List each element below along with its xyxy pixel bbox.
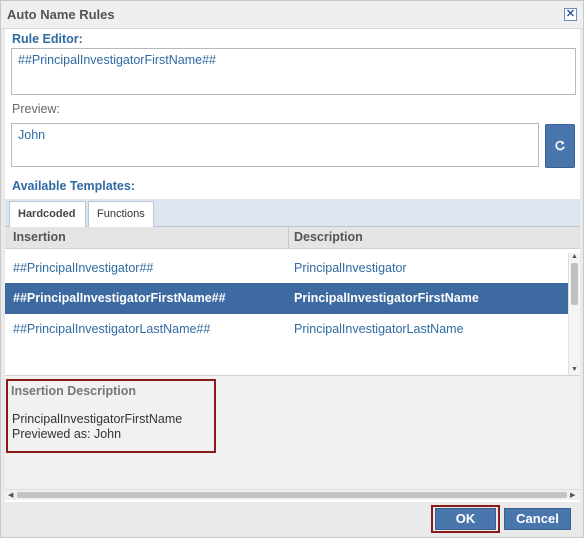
template-tabs: Hardcoded Functions xyxy=(5,199,580,227)
horizontal-scrollbar[interactable]: ◀ ▶ xyxy=(5,489,580,500)
description-cell: PrincipalInvestigatorLastName xyxy=(294,322,464,336)
insertion-cell: ##PrincipalInvestigator## xyxy=(13,261,154,275)
preview-label: Preview: xyxy=(12,102,60,116)
templates-grid: ##PrincipalInvestigator## PrincipalInves… xyxy=(5,253,568,375)
tab-functions[interactable]: Functions xyxy=(88,201,154,227)
auto-name-rules-dialog: Auto Name Rules ✕ Rule Editor: ##Princip… xyxy=(0,0,584,538)
refresh-preview-button[interactable] xyxy=(545,124,575,168)
column-description[interactable]: Description xyxy=(294,230,363,244)
scroll-thumb[interactable] xyxy=(17,492,567,498)
dialog-footer: OK Cancel xyxy=(1,502,583,537)
scroll-thumb[interactable] xyxy=(571,263,578,305)
description-cell: PrincipalInvestigator xyxy=(294,261,407,275)
description-highlight-box xyxy=(6,379,216,453)
templates-grid-header: Insertion Description xyxy=(5,227,580,249)
rule-editor-input[interactable]: ##PrincipalInvestigatorFirstName## xyxy=(11,48,576,95)
column-insertion[interactable]: Insertion xyxy=(13,230,66,244)
tab-hardcoded[interactable]: Hardcoded xyxy=(9,201,86,227)
available-templates-label: Available Templates: xyxy=(12,179,135,193)
scroll-left-icon[interactable]: ◀ xyxy=(8,491,13,499)
scroll-down-icon[interactable]: ▼ xyxy=(571,366,578,373)
insertion-cell: ##PrincipalInvestigatorFirstName## xyxy=(13,291,226,305)
description-cell: PrincipalInvestigatorFirstName xyxy=(294,291,479,305)
table-row[interactable]: ##PrincipalInvestigatorLastName## Princi… xyxy=(5,314,568,345)
insertion-description-panel: Insertion Description PrincipalInvestiga… xyxy=(5,375,580,494)
rule-editor-label: Rule Editor: xyxy=(12,32,83,46)
column-divider xyxy=(288,227,289,249)
preview-field: John xyxy=(11,123,539,167)
scroll-right-icon[interactable]: ▶ xyxy=(570,491,575,499)
cancel-button[interactable]: Cancel xyxy=(504,508,571,530)
table-row-selected[interactable]: ##PrincipalInvestigatorFirstName## Princ… xyxy=(5,283,568,314)
grid-vertical-scrollbar[interactable]: ▲ ▼ xyxy=(568,253,580,376)
scroll-up-icon[interactable]: ▲ xyxy=(571,253,578,260)
dialog-titlebar: Auto Name Rules ✕ xyxy=(1,1,583,29)
ok-button[interactable]: OK xyxy=(435,508,496,530)
dialog-title: Auto Name Rules xyxy=(7,7,115,22)
dialog-body: Rule Editor: ##PrincipalInvestigatorFirs… xyxy=(5,29,580,502)
refresh-icon xyxy=(555,140,565,151)
table-row[interactable]: ##PrincipalInvestigator## PrincipalInves… xyxy=(5,253,568,284)
insertion-cell: ##PrincipalInvestigatorLastName## xyxy=(13,322,211,336)
close-icon[interactable]: ✕ xyxy=(564,8,577,21)
